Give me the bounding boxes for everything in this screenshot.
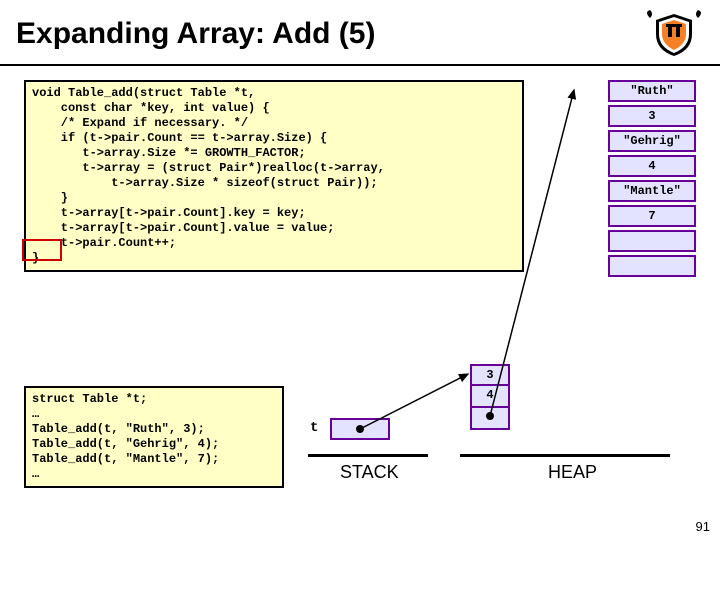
struct-cell: 4 xyxy=(470,386,510,408)
content-area: void Table_add(struct Table *t, const ch… xyxy=(0,66,720,536)
dot-icon xyxy=(356,425,364,433)
princeton-logo-icon xyxy=(644,10,704,58)
slide: Expanding Array: Add (5) void Table_add(… xyxy=(0,0,720,540)
array-cell: "Gehrig" xyxy=(608,130,696,152)
page-number: 91 xyxy=(696,519,710,534)
divider xyxy=(308,454,428,457)
array-cell: 4 xyxy=(608,155,696,177)
array-cell xyxy=(608,230,696,252)
array-cell: "Mantle" xyxy=(608,180,696,202)
title-bar: Expanding Array: Add (5) xyxy=(0,0,720,66)
slide-title: Expanding Array: Add (5) xyxy=(16,17,375,51)
code-block-calls: struct Table *t; … Table_add(t, "Ruth", … xyxy=(24,386,284,488)
struct-cell: 3 xyxy=(470,364,510,386)
stack-label: STACK xyxy=(340,462,399,483)
array-cell: 3 xyxy=(608,105,696,127)
array-cell xyxy=(608,255,696,277)
heap-struct: 3 4 xyxy=(470,364,510,430)
variable-t-label: t xyxy=(310,420,318,436)
array-cell: 7 xyxy=(608,205,696,227)
dot-icon xyxy=(486,412,494,420)
divider xyxy=(460,454,670,457)
array-cells: "Ruth" 3 "Gehrig" 4 "Mantle" 7 xyxy=(608,80,696,280)
array-cell: "Ruth" xyxy=(608,80,696,102)
code-block-main: void Table_add(struct Table *t, const ch… xyxy=(24,80,524,272)
heap-label: HEAP xyxy=(548,462,597,483)
